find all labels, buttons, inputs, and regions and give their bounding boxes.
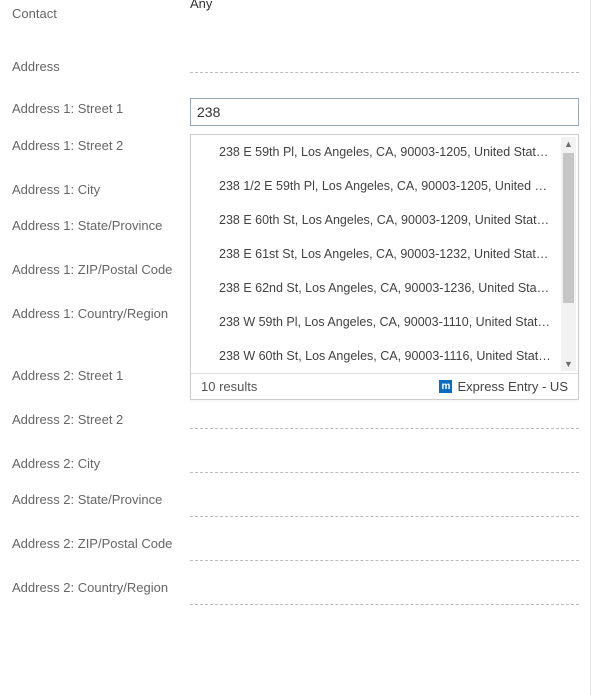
a2-street1-label: Address 2: Street 1 <box>0 357 190 394</box>
autocomplete-list: ▲ ▼ 238 E 59th Pl, Los Angeles, CA, 9000… <box>191 135 578 373</box>
a2-zip-label: Address 2: ZIP/Postal Code <box>0 533 190 562</box>
a2-city-input[interactable] <box>190 455 579 473</box>
brand-icon: m <box>439 380 452 393</box>
provider-name: Express Entry - US <box>457 379 568 394</box>
a1-street1-input[interactable] <box>190 98 579 126</box>
autocomplete-footer: 10 results m Express Entry - US <box>191 373 578 399</box>
address-section-label: Address <box>0 59 190 74</box>
a2-country-label: Address 2: Country/Region <box>0 577 190 606</box>
scrollbar[interactable]: ▲ ▼ <box>561 137 576 371</box>
address-section-separator <box>190 61 579 73</box>
a1-street1-label: Address 1: Street 1 <box>0 94 190 127</box>
autocomplete-item[interactable]: 238 E 60th St, Los Angeles, CA, 90003-12… <box>191 203 578 237</box>
results-count: 10 results <box>201 379 257 394</box>
a2-state-label: Address 2: State/Province <box>0 489 190 518</box>
a1-street2-label: Address 1: Street 2 <box>0 127 190 164</box>
autocomplete-item[interactable]: 238 1/2 E 59th Pl, Los Angeles, CA, 9000… <box>191 169 578 203</box>
autocomplete-dropdown: ▲ ▼ 238 E 59th Pl, Los Angeles, CA, 9000… <box>190 134 579 400</box>
provider-brand: m Express Entry - US <box>439 379 568 394</box>
a2-state-input[interactable] <box>190 499 579 517</box>
a1-zip-label: Address 1: ZIP/Postal Code <box>0 259 190 288</box>
scroll-thumb[interactable] <box>563 153 574 303</box>
a1-state-label: Address 1: State/Province <box>0 215 190 244</box>
scroll-down-icon[interactable]: ▼ <box>561 357 576 371</box>
autocomplete-item[interactable]: 238 W 59th Pl, Los Angeles, CA, 90003-11… <box>191 305 578 339</box>
autocomplete-item[interactable]: 238 E 62nd St, Los Angeles, CA, 90003-12… <box>191 271 578 305</box>
autocomplete-item[interactable]: 238 E 61st St, Los Angeles, CA, 90003-12… <box>191 237 578 271</box>
contact-value: Any <box>190 0 599 11</box>
a2-zip-input[interactable] <box>190 543 579 561</box>
autocomplete-item[interactable]: 238 E 59th Pl, Los Angeles, CA, 90003-12… <box>191 135 578 169</box>
autocomplete-item[interactable]: 238 W 60th St, Los Angeles, CA, 90003-11… <box>191 339 578 373</box>
a1-country-label: Address 1: Country/Region <box>0 303 190 332</box>
a2-country-input[interactable] <box>190 587 579 605</box>
a1-city-label: Address 1: City <box>0 171 190 208</box>
a2-city-label: Address 2: City <box>0 445 190 482</box>
scroll-up-icon[interactable]: ▲ <box>561 137 576 151</box>
a2-street2-input[interactable] <box>190 411 579 429</box>
a2-street2-label: Address 2: Street 2 <box>0 401 190 438</box>
contact-label: Contact <box>0 0 190 31</box>
